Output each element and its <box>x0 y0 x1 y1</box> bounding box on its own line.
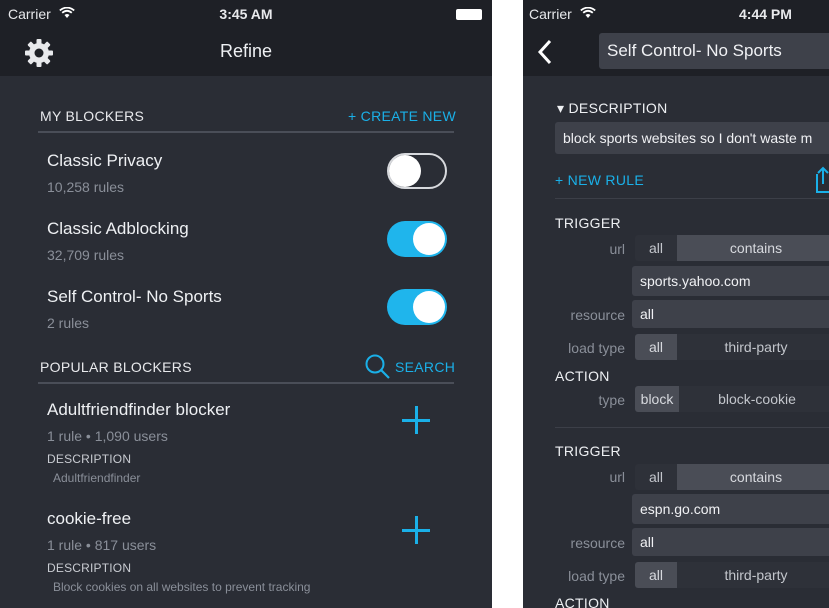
blocker-toggle[interactable] <box>387 289 447 325</box>
popular-blockers-header: POPULAR BLOCKERS <box>40 359 192 375</box>
divider <box>555 427 829 428</box>
status-time: 3:45 AM <box>219 6 273 22</box>
trigger-header: TRIGGER <box>555 215 621 231</box>
action-header: ACTION <box>555 595 610 608</box>
divider <box>38 131 454 133</box>
blocker-title: Self Control- No Sports <box>607 41 782 60</box>
url-label: url <box>609 241 625 257</box>
load-type-selector[interactable]: all third-party <box>635 562 829 588</box>
blocker-name: Classic Adblocking <box>47 219 189 238</box>
load-type-option[interactable]: all <box>635 334 677 360</box>
url-option[interactable]: all <box>635 235 677 261</box>
status-bar: Carrier 3:45 AM <box>0 0 492 28</box>
divider <box>38 382 454 384</box>
description-header[interactable]: ▾ DESCRIPTION <box>557 100 668 117</box>
blocker-title-field[interactable]: Self Control- No Sports <box>599 33 829 69</box>
chevron-left-icon[interactable] <box>537 39 553 65</box>
new-rule-button[interactable]: + NEW RULE <box>555 172 644 188</box>
load-type-option[interactable]: third-party <box>677 334 829 360</box>
popular-item-meta: 1 rule • 817 users <box>47 537 157 553</box>
page-title: Refine <box>219 41 273 61</box>
my-blockers-header: MY BLOCKERS <box>40 108 145 124</box>
blocker-name: Classic Privacy <box>47 151 163 170</box>
divider <box>555 198 829 199</box>
popular-item-name: cookie-free <box>47 509 132 528</box>
url-label: url <box>609 469 625 485</box>
blocker-rules: 32,709 rules <box>47 247 125 263</box>
url-match-selector[interactable]: all contains <box>635 235 829 261</box>
popular-item-meta: 1 rule • 1,090 users <box>47 428 168 444</box>
action-type-option[interactable]: block <box>635 386 679 412</box>
blocker-rules: 10,258 rules <box>47 179 125 195</box>
share-icon[interactable] <box>811 166 829 194</box>
add-icon[interactable] <box>402 516 430 544</box>
popular-item-name: Adultfriendfinder blocker <box>47 400 231 419</box>
action-type-option[interactable]: block-cookie <box>679 386 829 412</box>
blocker-name: Self Control- No Sports <box>47 287 222 306</box>
url-match-selector[interactable]: all contains <box>635 464 829 490</box>
load-type-option[interactable]: all <box>635 562 677 588</box>
load-type-label: load type <box>568 568 625 584</box>
carrier-label: Carrier <box>529 6 572 22</box>
url-value: sports.yahoo.com <box>640 273 751 289</box>
battery-icon <box>456 9 482 20</box>
url-value: espn.go.com <box>640 501 721 517</box>
wifi-icon <box>580 7 596 18</box>
resource-field[interactable]: all <box>632 528 829 556</box>
blocker-toggle[interactable] <box>387 153 447 189</box>
description-value: block sports websites so I don't waste m <box>563 130 813 146</box>
nav-bar: Self Control- No Sports <box>523 28 829 76</box>
load-type-selector[interactable]: all third-party <box>635 334 829 360</box>
description-text: Adultfriendfinder <box>53 471 141 485</box>
description-field[interactable]: block sports websites so I don't waste m <box>555 122 829 154</box>
description-text: Block cookies on all websites to prevent… <box>53 580 311 594</box>
url-option[interactable]: all <box>635 464 677 490</box>
blocker-rules: 2 rules <box>47 315 90 331</box>
description-label: DESCRIPTION <box>47 561 132 575</box>
action-header: ACTION <box>555 368 610 384</box>
search-icon[interactable] <box>364 353 391 380</box>
blocker-toggle[interactable] <box>387 221 447 257</box>
create-new-button[interactable]: + CREATE NEW <box>348 108 456 124</box>
description-label: DESCRIPTION <box>47 452 132 466</box>
url-option[interactable]: contains <box>677 235 829 261</box>
trigger-header: TRIGGER <box>555 443 621 459</box>
nav-bar: Refine <box>0 28 492 76</box>
action-type-selector[interactable]: block block-cookie <box>635 386 829 412</box>
blocker-detail-screen: Carrier 4:44 PM Self Control- No Sports … <box>523 0 829 608</box>
add-icon[interactable] <box>402 406 430 434</box>
url-value-field[interactable]: espn.go.com <box>632 494 829 524</box>
refine-screen: Carrier 3:45 AM Refine MY BLOCKERS + CRE… <box>0 0 492 608</box>
search-label[interactable]: SEARCH <box>395 359 455 375</box>
url-value-field[interactable]: sports.yahoo.com <box>632 266 829 296</box>
status-time: 4:44 PM <box>739 6 792 22</box>
url-option[interactable]: contains <box>677 464 829 490</box>
load-type-option[interactable]: third-party <box>677 562 829 588</box>
resource-field[interactable]: all <box>632 300 829 328</box>
resource-label: resource <box>570 535 625 551</box>
load-type-label: load type <box>568 340 625 356</box>
resource-label: resource <box>570 307 625 323</box>
resource-value: all <box>640 534 655 550</box>
type-label: type <box>598 392 625 408</box>
resource-value: all <box>640 306 655 322</box>
status-bar: Carrier 4:44 PM <box>523 0 829 28</box>
